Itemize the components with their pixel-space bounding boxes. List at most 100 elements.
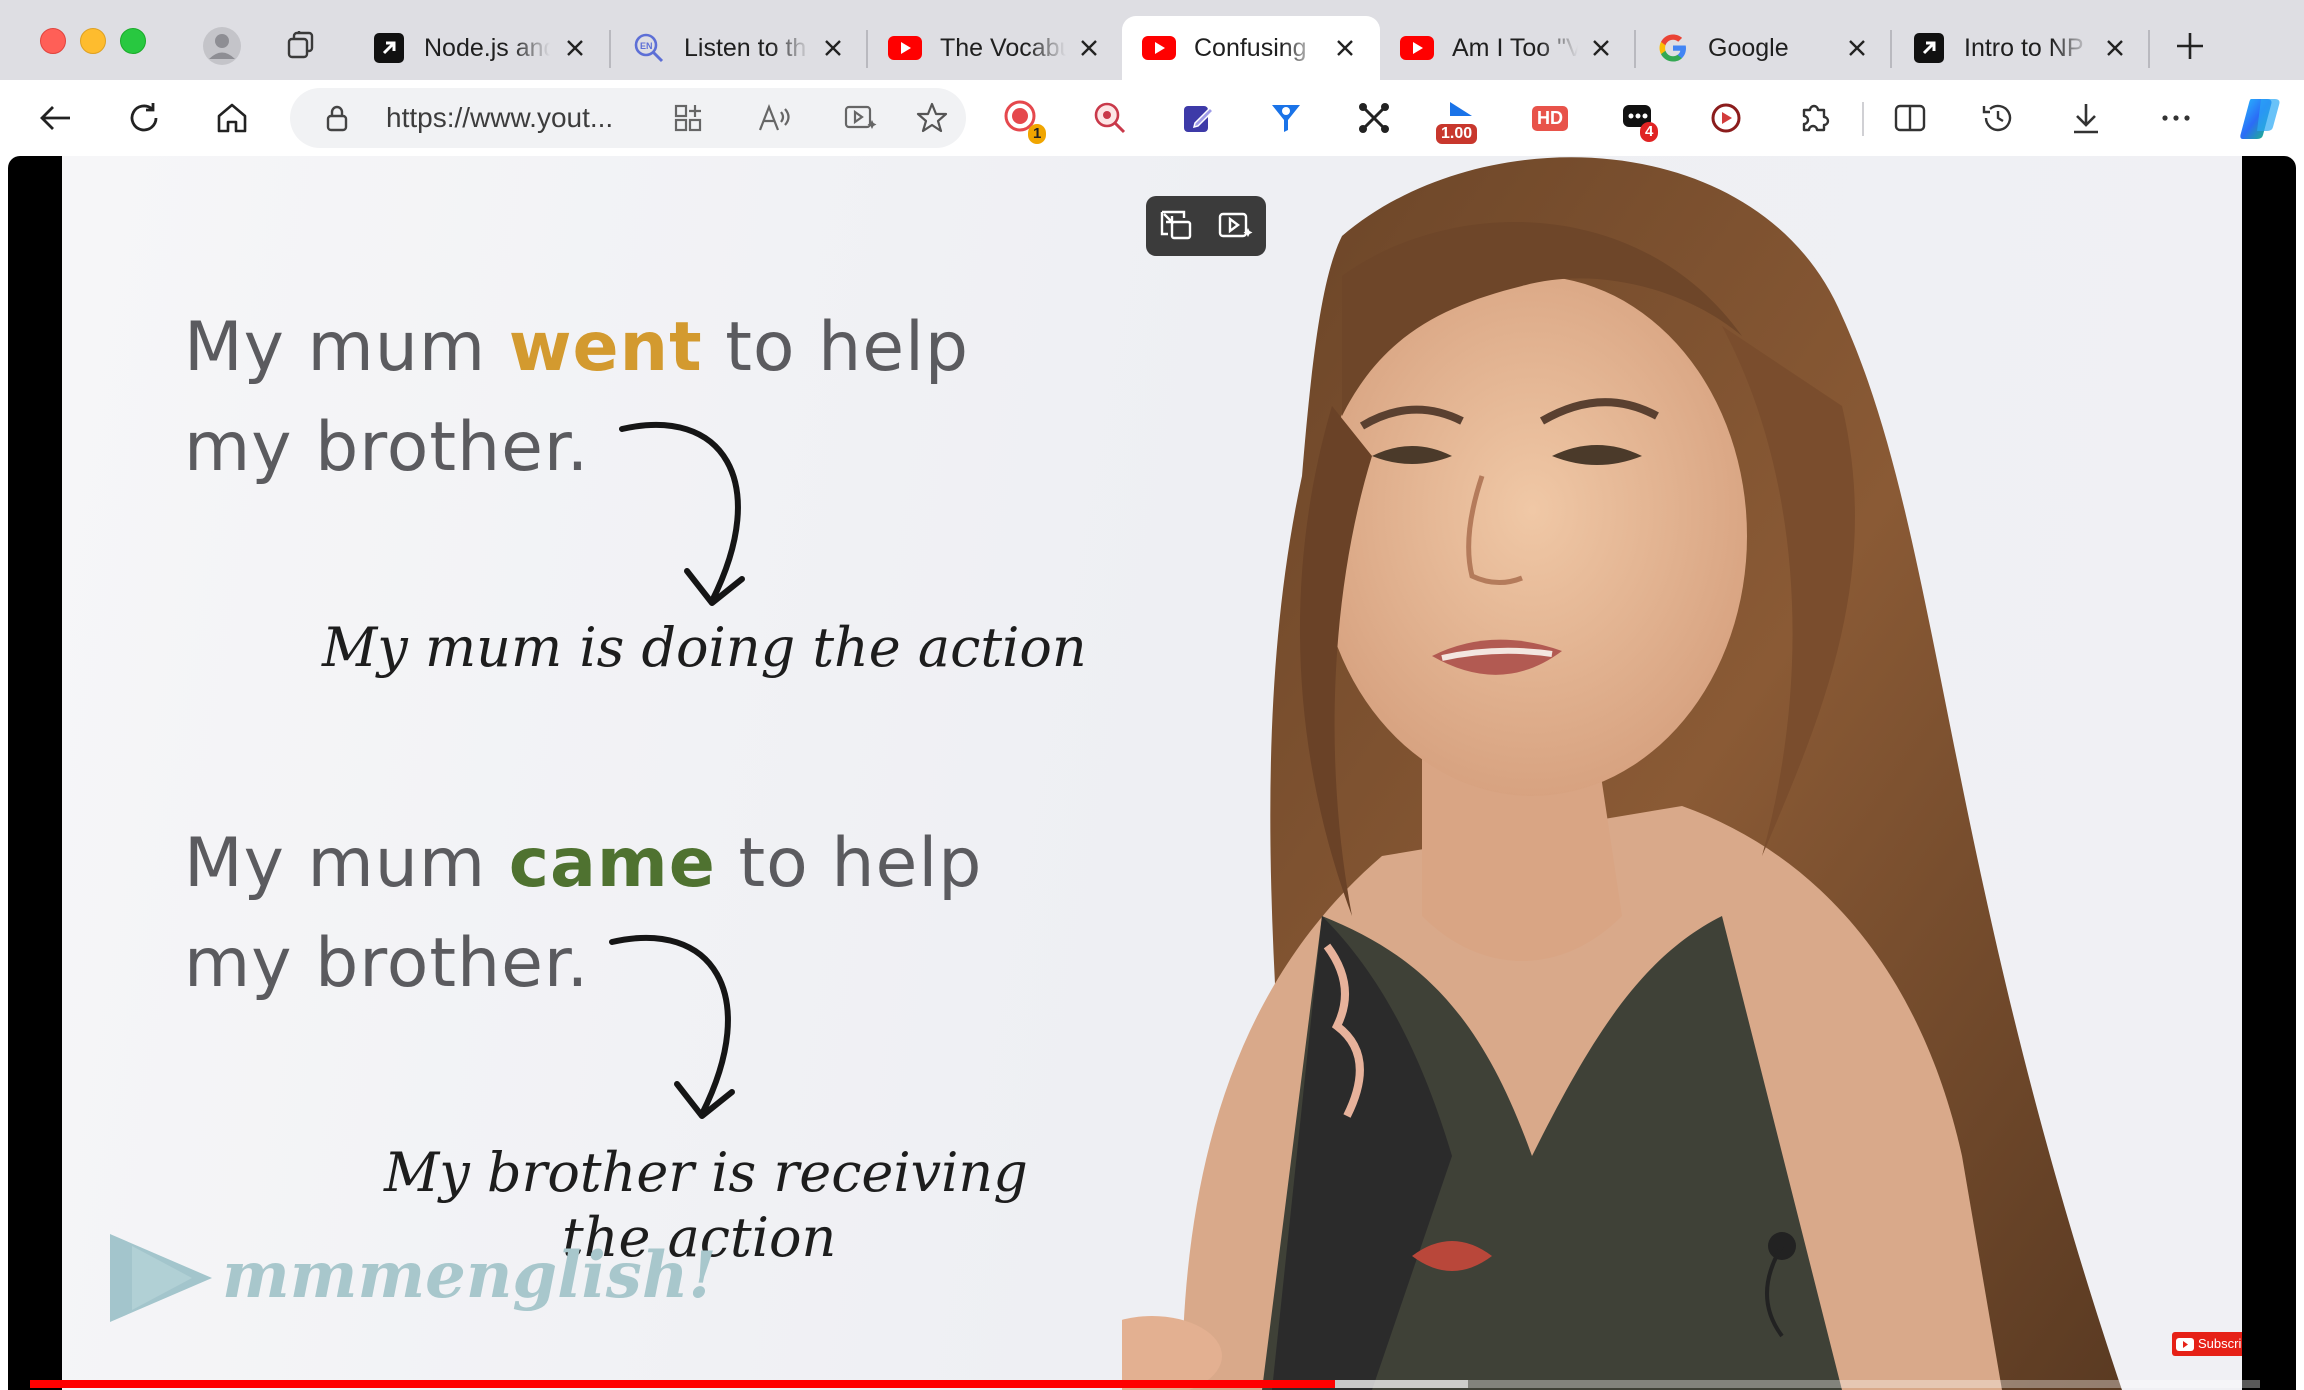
plus-icon <box>2177 33 2203 59</box>
close-icon <box>825 40 841 56</box>
tab-separator <box>2148 30 2150 68</box>
window-minimize-button[interactable] <box>80 28 106 54</box>
history-button[interactable] <box>1972 92 2024 144</box>
nodes-icon <box>1359 103 1389 133</box>
home-icon <box>217 103 247 133</box>
history-icon <box>1982 104 2012 132</box>
new-tab-button[interactable] <box>2168 24 2212 68</box>
tab-close-button[interactable] <box>1330 33 1360 63</box>
subscribe-label: Subscribe <box>2198 1336 2242 1351</box>
downloads-button[interactable] <box>2060 92 2112 144</box>
profile-icon <box>203 27 241 65</box>
messages-extension[interactable]: 4 <box>1612 92 1664 144</box>
slide-text: My mum <box>184 824 509 903</box>
tab-node-js[interactable]: Node.js and <box>352 16 610 80</box>
close-icon <box>1337 40 1353 56</box>
address-bar[interactable]: https://www.yout... <box>290 88 966 148</box>
video-enhance-button[interactable] <box>842 100 878 136</box>
video-enhance-overlay-button[interactable] <box>1214 204 1258 248</box>
hd-extension[interactable]: HD <box>1524 92 1576 144</box>
tab-close-button[interactable] <box>1074 33 1104 63</box>
tab-title: Google <box>1708 33 1789 62</box>
tab-intro-npm[interactable]: Intro to NP <box>1892 16 2150 80</box>
notes-editor-extension[interactable] <box>1172 92 1224 144</box>
favorite-button[interactable] <box>914 100 950 136</box>
close-icon <box>2107 40 2123 56</box>
star-icon <box>916 102 948 133</box>
tab-am-i-too[interactable]: Am I Too "V <box>1380 16 1636 80</box>
picture-in-picture-button[interactable] <box>1154 204 1198 248</box>
split-screen-icon <box>1894 104 1926 132</box>
connect-extension[interactable] <box>1348 92 1400 144</box>
youtube-icon <box>888 31 922 65</box>
video-progress-bar[interactable] <box>30 1380 2260 1388</box>
picture-in-picture-icon <box>1160 210 1192 240</box>
slide-sentence-1: My mum went to help <box>184 308 969 387</box>
puzzle-icon <box>1802 104 1830 132</box>
screen-recorder-extension[interactable]: 1 <box>996 92 1048 144</box>
slide-sentence-1-line-2: my brother. <box>184 408 590 487</box>
channel-logo-text: mmmenglish! <box>222 1238 717 1313</box>
workspaces-button[interactable] <box>282 26 322 66</box>
url-text[interactable]: https://www.yout... <box>386 102 632 134</box>
tab-close-button[interactable] <box>818 33 848 63</box>
playback-speed-extension[interactable]: 1.00 <box>1436 92 1488 144</box>
tab-title: Node.js and <box>424 33 550 62</box>
youtube-icon <box>2176 1337 2194 1351</box>
tab-close-button[interactable] <box>2100 33 2130 63</box>
back-button[interactable] <box>30 92 82 144</box>
app-available-button[interactable] <box>670 100 706 136</box>
channel-logo: mmmenglish! <box>102 1226 716 1326</box>
tab-vocabulary[interactable]: The Vocabu <box>868 16 1124 80</box>
play-triangle-logo-icon <box>110 1234 212 1322</box>
video-player[interactable]: My mum went to help my brother. My mum i… <box>8 156 2296 1390</box>
external-link-icon <box>372 31 406 65</box>
google-icon <box>1656 31 1690 65</box>
refresh-button[interactable] <box>118 92 170 144</box>
tab-confusing-active[interactable]: Confusing <box>1122 16 1380 80</box>
tab-close-button[interactable] <box>1842 33 1872 63</box>
home-button[interactable] <box>206 92 258 144</box>
window-maximize-button[interactable] <box>120 28 146 54</box>
tab-title: Confusing <box>1194 33 1307 62</box>
video-sparkle-icon <box>1218 212 1253 238</box>
more-menu-button[interactable] <box>2150 92 2202 144</box>
toolbar-divider <box>1862 102 1864 136</box>
subscribe-button[interactable]: Subscribe <box>2172 1332 2242 1356</box>
slide-sentence-2-line-2: my brother. <box>184 924 590 1003</box>
browser-toolbar: https://www.yout... 1 1.00 HD 4 <box>0 80 2304 156</box>
keyword-came: came <box>508 824 716 903</box>
extensions-button[interactable] <box>1788 92 1840 144</box>
copilot-icon <box>2240 99 2280 139</box>
camera-loop-icon <box>1711 103 1741 133</box>
video-capture-extension[interactable] <box>1700 92 1752 144</box>
tab-close-button[interactable] <box>560 33 590 63</box>
slide-sentence-2: My mum came to help <box>184 824 982 903</box>
tab-title: Listen to th <box>684 33 807 62</box>
refresh-icon <box>130 103 158 132</box>
tab-google[interactable]: Google <box>1636 16 1892 80</box>
tab-close-button[interactable] <box>1586 33 1616 63</box>
filter-y-icon <box>1272 105 1300 132</box>
svg-text:EN: EN <box>640 41 653 51</box>
presenter-image <box>1122 157 2122 1390</box>
hd-icon: HD <box>1532 105 1568 131</box>
played-progress <box>30 1380 1335 1388</box>
copilot-button[interactable] <box>2234 92 2286 144</box>
close-icon <box>1593 40 1609 56</box>
handwritten-note-2: My brother is receiving <box>384 1141 1028 1204</box>
window-close-button[interactable] <box>40 28 66 54</box>
filter-extension[interactable] <box>1260 92 1312 144</box>
profile-button[interactable] <box>200 24 244 68</box>
curved-arrow-icon <box>609 934 735 1119</box>
tab-title: Intro to NP <box>1964 33 2084 62</box>
close-icon <box>567 40 583 56</box>
close-icon <box>1081 40 1097 56</box>
split-screen-button[interactable] <box>1884 92 1936 144</box>
close-icon <box>1849 40 1865 56</box>
search-extension[interactable] <box>1084 92 1136 144</box>
external-link-icon <box>1912 31 1946 65</box>
buffered-progress <box>1334 1380 1469 1388</box>
read-aloud-button[interactable] <box>756 100 792 136</box>
tab-listen[interactable]: EN Listen to th <box>612 16 868 80</box>
